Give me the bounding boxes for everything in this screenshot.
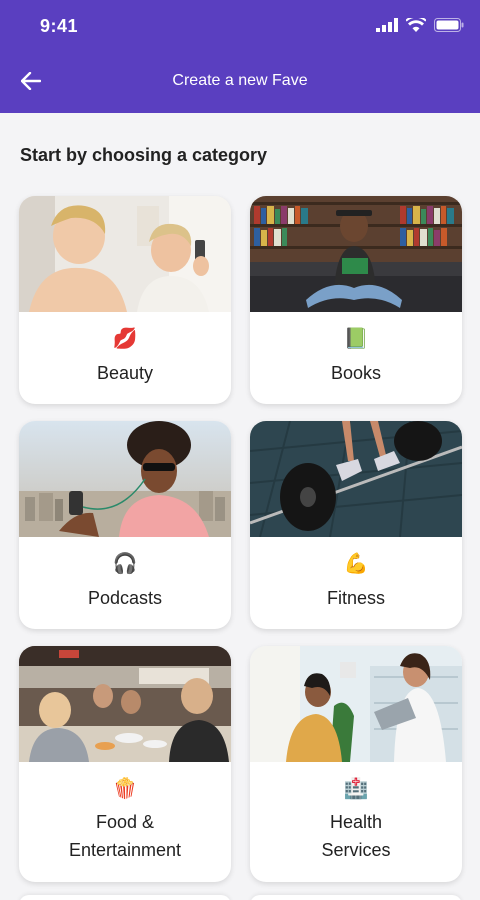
fitness-photo (250, 421, 462, 537)
category-label-line-1: Health (329, 812, 383, 832)
lips-icon: 💋 (112, 328, 138, 350)
category-label: Fitness (326, 588, 386, 608)
status-bar: 9:41 (0, 0, 480, 52)
health-services-photo (250, 646, 462, 762)
wifi-icon (406, 18, 426, 32)
category-card-fitness[interactable]: 💪 Fitness (250, 421, 462, 629)
next-card-peek (250, 895, 462, 900)
beauty-photo (19, 196, 231, 312)
status-icons (376, 18, 464, 32)
category-label: Food & Entertainment (19, 808, 231, 864)
popcorn-icon: 🍿 (112, 778, 138, 800)
podcasts-photo (19, 421, 231, 537)
section-heading: Start by choosing a category (20, 145, 268, 165)
status-time: 9:41 (40, 16, 79, 36)
category-label-line-1: Food & (95, 812, 155, 832)
category-label: Books (330, 363, 382, 383)
headphones-icon: 🎧 (112, 553, 138, 575)
app-bar: Create a new Fave (0, 52, 480, 113)
category-label: Podcasts (87, 588, 163, 608)
flexed-biceps-icon: 💪 (343, 553, 369, 575)
books-photo (250, 196, 462, 312)
green-book-icon: 📗 (343, 328, 369, 350)
page-title: Create a new Fave (172, 72, 308, 89)
category-card-health-services[interactable]: 🏥 Health Services (250, 646, 462, 882)
signal-icon (376, 18, 398, 32)
top-app-bar: 9:41 Create a new Fave (0, 0, 480, 113)
category-card-podcasts[interactable]: 🎧 Podcasts (19, 421, 231, 629)
food-entertainment-photo (19, 646, 231, 762)
category-card-food-entertainment[interactable]: 🍿 Food & Entertainment (19, 646, 231, 882)
category-label-line-2: Entertainment (68, 840, 182, 860)
category-card-books[interactable]: 📗 Books (250, 196, 462, 404)
hospital-icon: 🏥 (343, 778, 369, 800)
next-card-peek (19, 895, 231, 900)
category-label-line-2: Services (321, 840, 391, 860)
battery-icon (434, 18, 464, 32)
category-label: Beauty (96, 363, 154, 383)
category-card-beauty[interactable]: 💋 Beauty (19, 196, 231, 404)
category-label: Health Services (250, 808, 462, 864)
